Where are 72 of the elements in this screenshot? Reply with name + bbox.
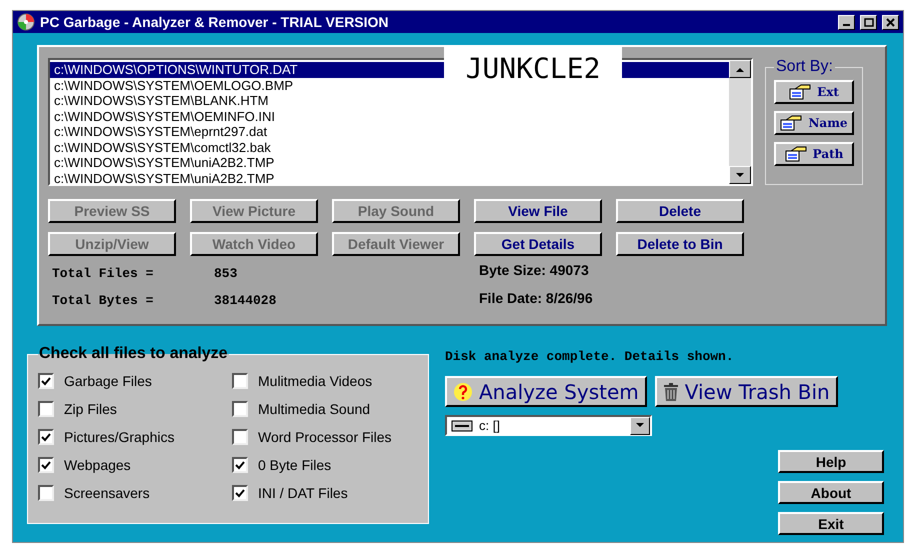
checkbox[interactable] <box>38 485 54 501</box>
check-mark-icon <box>41 376 51 386</box>
question-icon <box>453 382 473 402</box>
status-message: Disk analyze complete. Details shown. <box>445 349 735 364</box>
file-type-checkbox[interactable]: Zip Files <box>38 395 232 423</box>
total-value: 38144028 <box>214 293 278 308</box>
file-type-checkbox[interactable]: Word Processor Files <box>232 423 418 451</box>
file-type-checkbox[interactable]: Screensavers <box>38 479 232 507</box>
file-detail: Byte Size: 49073 <box>479 262 590 278</box>
check-mark-icon <box>41 460 51 470</box>
file-type-checkbox[interactable]: Mulitmedia Videos <box>232 367 418 395</box>
file-type-checkbox[interactable]: Garbage Files <box>38 367 232 395</box>
file-type-checkbox[interactable]: 0 Byte Files <box>232 451 418 479</box>
close-button[interactable] <box>882 14 899 30</box>
sort-button[interactable]: Ext <box>774 80 854 104</box>
file-list-item[interactable]: c:\WINDOWS\SYSTEM\uniA2B2.TMP <box>54 155 274 170</box>
drive-icon <box>451 420 473 432</box>
file-type-checkbox[interactable]: Multimedia Sound <box>232 395 418 423</box>
check-mark-icon <box>235 460 245 470</box>
checkbox[interactable] <box>232 429 248 445</box>
maximize-icon <box>864 18 874 26</box>
sort-button[interactable]: Name <box>774 111 854 135</box>
action-button[interactable]: View File <box>474 199 602 223</box>
minimize-icon <box>843 24 850 26</box>
file-list-item[interactable]: c:\WINDOWS\SYSTEM\BLANK.HTM <box>54 93 269 108</box>
checkbox[interactable] <box>38 373 54 389</box>
checkbox[interactable] <box>232 373 248 389</box>
file-list-item[interactable]: c:\WINDOWS\SYSTEM\OEMLOGO.BMP <box>54 78 294 92</box>
folder-list-icon <box>784 146 807 162</box>
total-label: Total Bytes = <box>52 293 154 308</box>
checkbox[interactable] <box>38 401 54 417</box>
maximize-button[interactable] <box>860 14 877 30</box>
file-type-checkbox[interactable]: Webpages <box>38 451 232 479</box>
action-button[interactable]: Delete to Bin <box>616 232 744 256</box>
disc-icon <box>17 13 35 31</box>
file-detail: File Date: 8/26/96 <box>479 290 593 306</box>
file-list-item[interactable]: c:\WINDOWS\SYSTEM\OEMINFO.INI <box>54 108 275 124</box>
file-type-checkbox[interactable]: INI / DAT Files <box>232 479 418 507</box>
check-mark-icon <box>235 488 245 498</box>
total-value: 853 <box>214 266 238 281</box>
file-list-item[interactable]: c:\WINDOWS\SYSTEM\comctl32.bak <box>54 140 271 154</box>
side-button[interactable]: Exit <box>778 512 884 535</box>
checkbox[interactable] <box>232 457 248 473</box>
action-button[interactable]: Delete <box>616 199 744 223</box>
checkbox[interactable] <box>38 457 54 473</box>
close-icon <box>886 18 895 26</box>
scroll-up-icon <box>736 66 744 72</box>
minimize-button[interactable] <box>838 14 855 30</box>
file-type-checkbox[interactable]: Pictures/Graphics <box>38 423 232 451</box>
side-button[interactable]: Help <box>778 450 884 473</box>
side-button[interactable]: About <box>778 481 884 504</box>
action-button[interactable]: Get Details <box>474 232 602 256</box>
file-list-item[interactable]: c:\WINDOWS\SYSTEM\uniA2B2.TMP <box>54 170 274 186</box>
folder-list-icon <box>780 115 802 131</box>
checkbox[interactable] <box>232 401 248 417</box>
analyze-button[interactable]: Analyze System <box>445 376 647 407</box>
file-list-item[interactable]: c:\WINDOWS\SYSTEM\eprnt297.dat <box>54 124 268 139</box>
checkbox[interactable] <box>38 429 54 445</box>
trash-button[interactable]: View Trash Bin <box>654 376 838 407</box>
sort-button[interactable]: Path <box>774 142 854 166</box>
group-title: Check all files to analyze <box>38 345 229 363</box>
checkbox[interactable] <box>232 485 248 501</box>
trash-can-icon <box>662 382 679 402</box>
dropdown-arrow-icon <box>636 423 644 428</box>
scrollbar[interactable] <box>729 60 751 184</box>
check-mark-icon <box>41 432 51 442</box>
folder-list-icon <box>789 84 812 100</box>
drive-dropdown[interactable]: c: [] <box>445 415 652 436</box>
sort-title: Sort By: <box>775 58 834 76</box>
scroll-down-icon <box>736 172 744 178</box>
window-title: PC Garbage - Analyzer & Remover - TRIAL VERSION <box>40 14 390 30</box>
total-label: Total Files = <box>52 266 154 281</box>
